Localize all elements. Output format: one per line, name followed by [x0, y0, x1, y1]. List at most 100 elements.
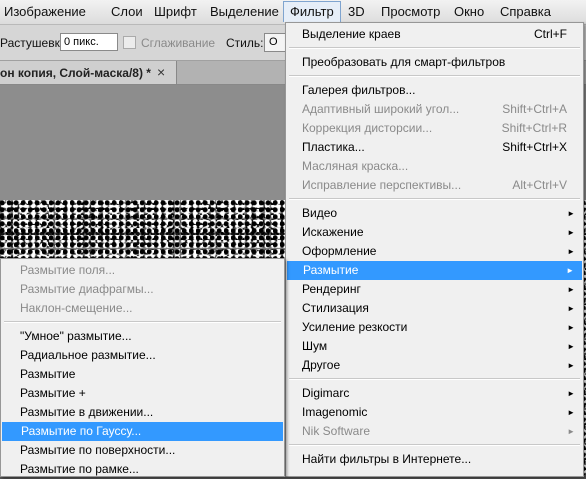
menu-item-label: Размытие [20, 367, 76, 381]
filter-menu: Выделение краев Ctrl+F Преобразовать для с… [285, 22, 584, 477]
menu-filter[interactable]: Фильтр [283, 1, 341, 22]
filter-menu-item-12[interactable]: Рендеринг ► [286, 280, 583, 299]
menu-item-label: Искажение [302, 225, 364, 239]
filter-menu-item-18[interactable]: Imagenomic ► [286, 403, 583, 422]
filter-menu-item-2[interactable]: Галерея фильтров... [286, 81, 583, 100]
filter-menu-item-17[interactable]: Digimarc ► [286, 384, 583, 403]
menu-separator [289, 444, 580, 446]
blur-menu-item-9[interactable]: Размытие по поверхности... [1, 441, 284, 460]
menu-window[interactable]: Окно [454, 4, 484, 20]
menu-layers[interactable]: Слои [111, 4, 143, 20]
filter-menu-item-13[interactable]: Стилизация ► [286, 299, 583, 318]
menu-item-label: Наклон-смещение... [20, 301, 133, 315]
submenu-arrow-icon: ► [566, 266, 574, 275]
menu-item-label: Размытие диафрагмы... [20, 282, 154, 296]
menu-item-label: Выделение краев [302, 27, 401, 41]
submenu-arrow-icon: ► [567, 304, 575, 313]
blur-menu-item-4[interactable]: Радиальное размытие... [1, 346, 284, 365]
menu-item-shortcut: Ctrl+F [534, 27, 567, 41]
menu-select[interactable]: Выделение [210, 4, 279, 20]
menu-item-label: Другое [302, 358, 341, 372]
menu-item-shortcut: Shift+Ctrl+X [502, 140, 567, 154]
menu-separator [4, 321, 281, 323]
submenu-arrow-icon: ► [567, 361, 575, 370]
filter-menu-item-7[interactable]: Исправление перспективы... Alt+Ctrl+V [286, 176, 583, 195]
filter-menu-item-8[interactable]: Видео ► [286, 204, 583, 223]
menu-item-label: Размытие по Гауссу... [21, 424, 142, 438]
menu-item-shortcut: Shift+Ctrl+A [502, 102, 567, 116]
menu-3d[interactable]: 3D [348, 4, 365, 20]
filter-menu-item-19[interactable]: Nik Software ► [286, 422, 583, 441]
filter-menu-item-16[interactable]: Другое ► [286, 356, 583, 375]
filter-menu-item-1[interactable]: Преобразовать для смарт-фильтров [286, 53, 583, 72]
menu-item-label: Пластика... [302, 140, 365, 154]
menu-view[interactable]: Просмотр [381, 4, 440, 20]
filter-menu-item-20[interactable]: Найти фильтры в Интернете... [286, 450, 583, 469]
menu-separator [289, 75, 580, 77]
menu-item-label: Преобразовать для смарт-фильтров [302, 55, 506, 69]
filter-menu-item-3[interactable]: Адаптивный широкий угол... Shift+Ctrl+A [286, 100, 583, 119]
submenu-arrow-icon: ► [567, 427, 575, 436]
menu-item-label: Размытие + [20, 386, 86, 400]
menu-item-label: Рендеринг [302, 282, 361, 296]
menu-item-label: Масляная краска... [302, 159, 409, 173]
submenu-arrow-icon: ► [567, 408, 575, 417]
feather-input[interactable]: 0 пикс. [60, 33, 118, 51]
filter-menu-item-15[interactable]: Шум ► [286, 337, 583, 356]
menu-separator [289, 47, 580, 49]
filter-menu-item-0[interactable]: Выделение краев Ctrl+F [286, 25, 583, 44]
blur-menu-item-3[interactable]: "Умное" размытие... [1, 327, 284, 346]
menu-item-label: Imagenomic [302, 405, 368, 419]
menu-type[interactable]: Шрифт [154, 4, 197, 20]
menu-item-label: Усиление резкости [302, 320, 408, 334]
submenu-arrow-icon: ► [567, 228, 575, 237]
menu-separator [289, 198, 580, 200]
filter-menu-item-10[interactable]: Оформление ► [286, 242, 583, 261]
menu-item-label: Размытие по рамке... [20, 462, 139, 476]
close-icon[interactable]: × [157, 64, 165, 80]
filter-menu-item-6[interactable]: Масляная краска... [286, 157, 583, 176]
menu-item-label: Видео [302, 206, 338, 220]
blur-menu-item-0[interactable]: Размытие поля... [1, 261, 284, 280]
blur-menu-item-6[interactable]: Размытие + [1, 384, 284, 403]
menu-item-label: Nik Software [302, 424, 371, 438]
blur-menu-item-1[interactable]: Размытие диафрагмы... [1, 280, 284, 299]
menu-image[interactable]: Изображение [4, 4, 86, 20]
blur-menu-item-8[interactable]: Размытие по Гауссу... [2, 422, 283, 441]
menu-separator [289, 378, 580, 380]
document-tab[interactable]: он копия, Слой-маска/8) * × [0, 61, 177, 84]
submenu-arrow-icon: ► [567, 323, 575, 332]
menu-item-shortcut: Alt+Ctrl+V [512, 178, 567, 192]
menu-item-label: Исправление перспективы... [302, 178, 462, 192]
blur-menu-item-7[interactable]: Размытие в движении... [1, 403, 284, 422]
blur-menu-item-2[interactable]: Наклон-смещение... [1, 299, 284, 318]
filter-menu-item-11[interactable]: Размытие ► [287, 261, 582, 280]
blur-submenu: Размытие поля... Размытие диафрагмы... Нак… [0, 258, 285, 477]
menu-item-label: Шум [302, 339, 328, 353]
antialias-label: Сглаживание [141, 36, 216, 50]
menu-item-label: Оформление [302, 244, 377, 258]
submenu-arrow-icon: ► [567, 285, 575, 294]
menu-item-label: Радиальное размытие... [20, 348, 156, 362]
submenu-arrow-icon: ► [567, 209, 575, 218]
submenu-arrow-icon: ► [567, 342, 575, 351]
blur-menu-item-5[interactable]: Размытие [1, 365, 284, 384]
style-label: Стиль: [226, 36, 264, 50]
filter-menu-item-5[interactable]: Пластика... Shift+Ctrl+X [286, 138, 583, 157]
filter-menu-item-9[interactable]: Искажение ► [286, 223, 583, 242]
document-tab-title: он копия, Слой-маска/8) * [0, 66, 151, 80]
menu-item-label: Стилизация [302, 301, 369, 315]
menu-item-label: Размытие в движении... [20, 405, 154, 419]
menu-item-label: Размытие поля... [20, 263, 116, 277]
submenu-arrow-icon: ► [567, 389, 575, 398]
filter-menu-item-14[interactable]: Усиление резкости ► [286, 318, 583, 337]
menu-item-label: "Умное" размытие... [20, 329, 132, 343]
menu-item-shortcut: Shift+Ctrl+R [501, 121, 567, 135]
filter-menu-item-4[interactable]: Коррекция дисторсии... Shift+Ctrl+R [286, 119, 583, 138]
menu-item-label: Размытие [303, 263, 359, 277]
blur-menu-item-10[interactable]: Размытие по рамке... [1, 460, 284, 479]
menu-item-label: Digimarc [302, 386, 350, 400]
menu-help[interactable]: Справка [500, 4, 551, 20]
antialias-checkbox[interactable] [123, 36, 136, 49]
menu-item-label: Адаптивный широкий угол... [302, 102, 460, 116]
